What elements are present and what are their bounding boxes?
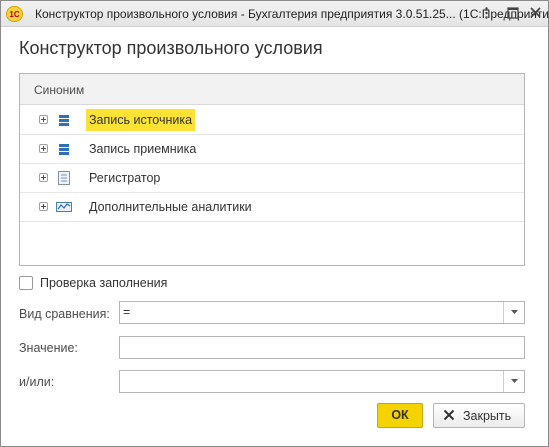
- tree-column-header[interactable]: Синоним: [20, 74, 524, 105]
- value-label: Значение:: [19, 341, 78, 355]
- fill-check-checkbox[interactable]: [19, 276, 33, 290]
- close-button[interactable]: Закрыть: [433, 403, 525, 428]
- tree-row[interactable]: Запись приемника: [20, 135, 524, 164]
- app-logo-icon[interactable]: 1С: [6, 6, 23, 22]
- form-title: Конструктор произвольного условия: [19, 38, 323, 58]
- comparison-label: Вид сравнения:: [19, 307, 110, 321]
- expand-icon[interactable]: [39, 173, 48, 182]
- title-bar: 1С Конструктор произвольного условия - Б…: [1, 1, 549, 27]
- chevron-down-icon[interactable]: [503, 371, 524, 392]
- maximize-icon[interactable]: [505, 5, 521, 21]
- andor-select[interactable]: [119, 370, 525, 393]
- close-button-label: Закрыть: [463, 409, 512, 423]
- expand-icon[interactable]: [39, 202, 48, 211]
- value-input[interactable]: [119, 336, 525, 359]
- window-title: Конструктор произвольного условия - Бухг…: [35, 7, 549, 21]
- chevron-down-icon[interactable]: [503, 302, 524, 323]
- expand-icon[interactable]: [39, 144, 48, 153]
- close-icon: [443, 409, 455, 421]
- expand-icon[interactable]: [39, 115, 48, 124]
- tree-row[interactable]: Запись источника: [20, 106, 524, 135]
- close-window-icon[interactable]: [527, 5, 543, 21]
- fill-check-label[interactable]: Проверка заполнения: [40, 276, 167, 290]
- register-records-icon: [57, 113, 71, 127]
- tree-row[interactable]: Дополнительные аналитики: [20, 193, 524, 222]
- document-icon: [57, 171, 71, 185]
- register-records-icon: [57, 142, 71, 156]
- tree-row-label: Дополнительные аналитики: [89, 200, 252, 214]
- fields-tree[interactable]: Синоним Запись источника Запись приемник…: [19, 73, 525, 266]
- ok-button[interactable]: ОК: [377, 403, 423, 428]
- comparison-select[interactable]: =: [119, 301, 525, 324]
- column-header-label: Синоним: [34, 83, 85, 97]
- comparison-value: =: [123, 305, 131, 319]
- tree-row-label: Регистратор: [89, 171, 161, 185]
- more-menu-icon[interactable]: [480, 5, 492, 21]
- dialog-window: 1С Конструктор произвольного условия - Б…: [0, 0, 549, 447]
- tree-row[interactable]: Регистратор: [20, 164, 524, 193]
- analytics-icon: [56, 200, 72, 214]
- tree-row-label: Запись приемника: [89, 142, 197, 156]
- andor-label: и/или:: [19, 375, 55, 389]
- tree-row-label: Запись источника: [86, 109, 196, 131]
